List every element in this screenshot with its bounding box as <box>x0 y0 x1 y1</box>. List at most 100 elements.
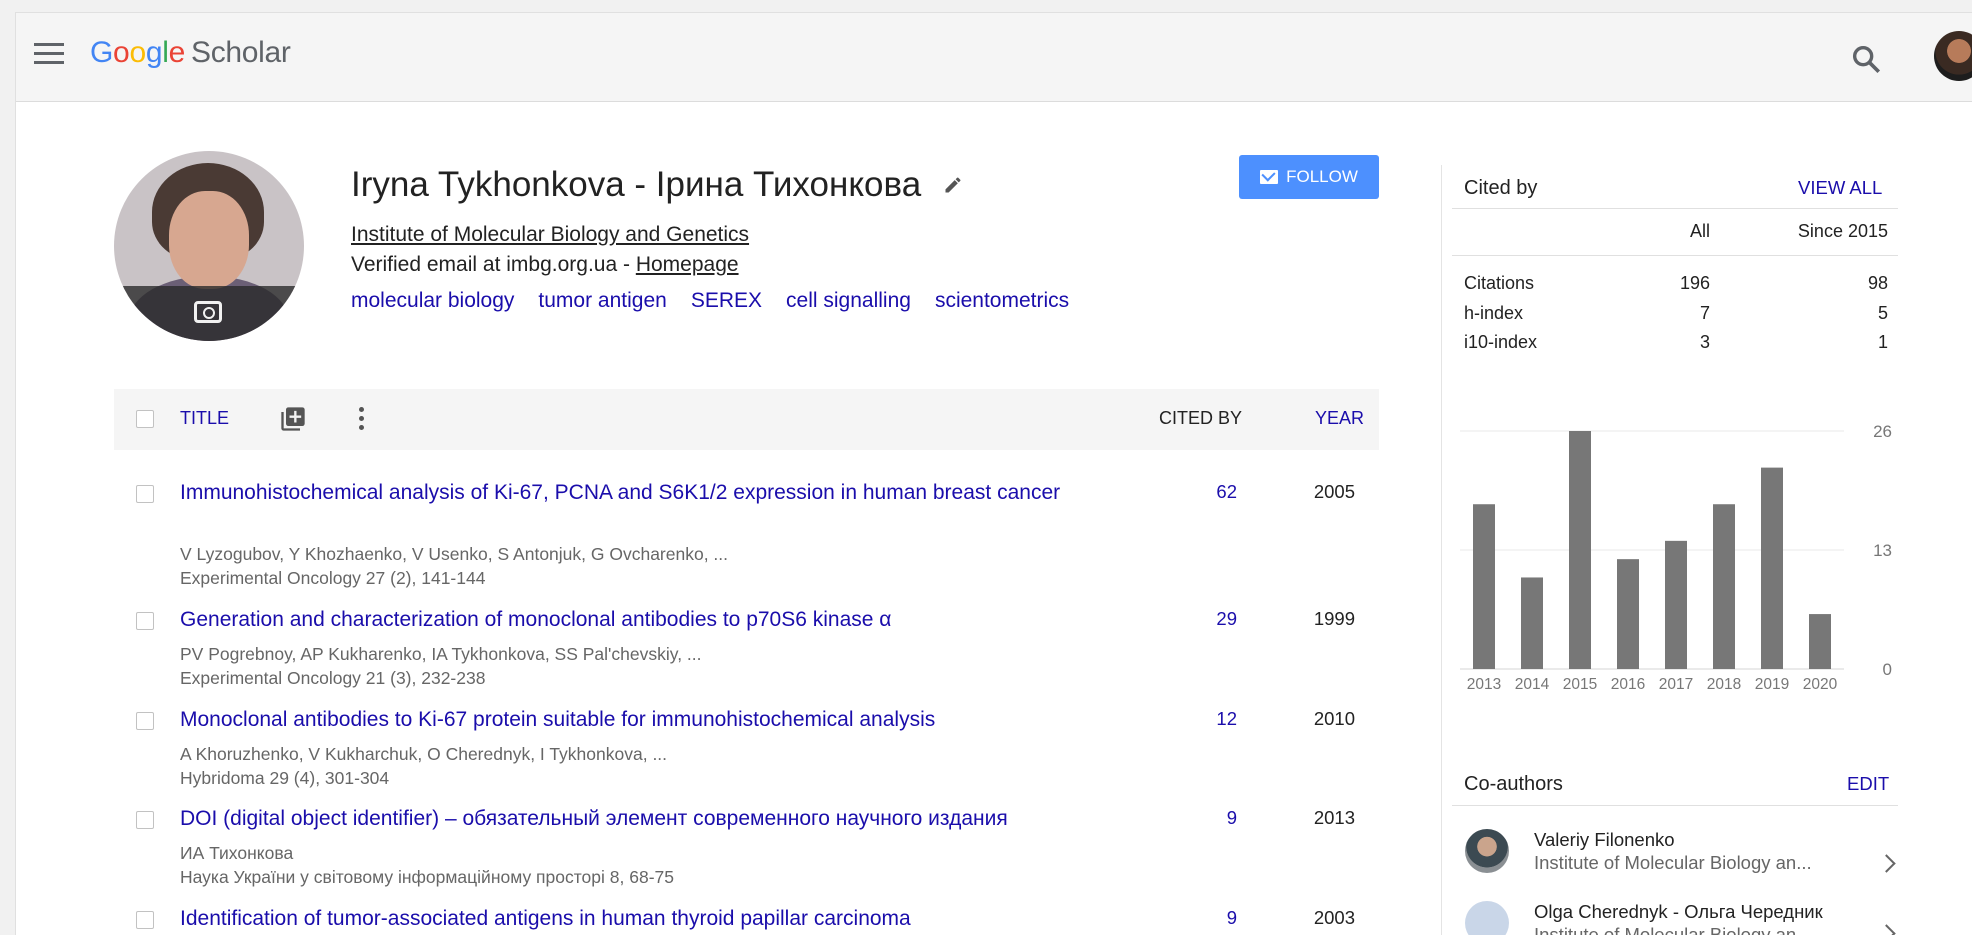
article-title-link[interactable]: Generation and characterization of monoc… <box>180 606 1140 634</box>
table-row: Generation and characterization of monoc… <box>114 606 1379 688</box>
stat-since: 5 <box>1877 303 1888 323</box>
x-tick-label: 2017 <box>1659 676 1693 693</box>
article-year: 2003 <box>1313 907 1355 928</box>
coauthor-affiliation: Institute of Molecular Biology an... <box>1534 852 1812 873</box>
y-tick-label: 13 <box>1873 541 1892 560</box>
x-tick-label: 2019 <box>1755 676 1789 693</box>
coauthor-name[interactable]: Valeriy Filonenko <box>1534 829 1675 851</box>
article-authors: V Lyzogubov, Y Khozhaenko, V Usenko, S A… <box>180 544 729 564</box>
coauthor-avatar[interactable] <box>1465 829 1509 873</box>
sort-by-cited[interactable]: CITED BY <box>1159 408 1242 429</box>
interest-link[interactable]: tumor antigen <box>538 289 666 313</box>
edit-coauthors-link[interactable]: EDIT <box>1847 773 1889 795</box>
article-year: 2010 <box>1313 708 1355 729</box>
row-checkbox[interactable] <box>136 811 154 829</box>
divider <box>1452 255 1898 256</box>
menu-icon[interactable] <box>34 43 64 67</box>
x-tick-label: 2016 <box>1611 676 1645 693</box>
row-checkbox[interactable] <box>136 485 154 503</box>
cited-by-count[interactable]: 12 <box>1216 708 1237 730</box>
interest-link[interactable]: cell signalling <box>786 289 911 313</box>
article-authors: PV Pogrebnoy, AP Kukharenko, IA Tykhonko… <box>180 644 702 664</box>
article-venue: Experimental Oncology 21 (3), 232-238 <box>180 668 486 688</box>
table-row: Monoclonal antibodies to Ki-67 protein s… <box>114 706 1379 788</box>
google-scholar-logo[interactable]: Google Scholar <box>90 36 291 70</box>
edit-pencil-icon[interactable] <box>943 175 963 195</box>
cited-by-count[interactable]: 62 <box>1216 481 1237 503</box>
citations-per-year-chart: 26 13 0 2013 2014 2015 2016 2017 2018 2019 2020 <box>1460 422 1892 693</box>
article-title-link[interactable]: DOI (digital object identifier) – обязат… <box>180 805 1180 833</box>
coauthor-affiliation: Institute of Molecular Biology an... <box>1534 924 1812 935</box>
change-photo-camera-icon[interactable] <box>194 301 222 323</box>
more-options-icon[interactable] <box>357 404 365 434</box>
follow-button[interactable]: FOLLOW <box>1239 155 1379 199</box>
research-interests: molecular biology tumor antigen SEREX ce… <box>351 289 1069 313</box>
chart-bar <box>1713 504 1735 669</box>
profile-name-row: Iryna Tykhonkova - Ірина Тихонкова <box>351 165 963 205</box>
sort-by-year[interactable]: YEAR <box>1315 408 1364 429</box>
sort-by-title[interactable]: TITLE <box>180 408 229 429</box>
verified-email: Verified email at imbg.org.ua - Homepage <box>351 253 739 276</box>
article-title-link[interactable]: Immunohistochemical analysis of Ki-67, P… <box>180 479 1140 507</box>
x-tick-label: 2018 <box>1707 676 1741 693</box>
stat-since: 1 <box>1877 332 1888 352</box>
profile-name: Iryna Tykhonkova - Ірина Тихонкова <box>351 165 922 204</box>
stat-label: Citations <box>1464 273 1535 293</box>
homepage-link[interactable]: Homepage <box>636 253 739 276</box>
article-title-link[interactable]: Identification of tumor-associated antig… <box>180 905 1140 933</box>
chart-bar <box>1617 559 1639 669</box>
view-all-link[interactable]: VIEW ALL <box>1798 177 1882 199</box>
row-checkbox[interactable] <box>136 612 154 630</box>
mail-icon <box>1260 170 1279 184</box>
table-row: DOI (digital object identifier) – обязат… <box>114 805 1379 887</box>
column-divider <box>1441 165 1442 935</box>
table-row: Identification of tumor-associated antig… <box>114 905 1379 935</box>
cited-by-count[interactable]: 9 <box>1227 807 1237 829</box>
article-year: 2013 <box>1313 807 1355 828</box>
chart-bar <box>1665 540 1687 669</box>
article-venue: Hybridoma 29 (4), 301-304 <box>180 768 390 788</box>
table-row: Immunohistochemical analysis of Ki-67, P… <box>114 479 1379 588</box>
interest-link[interactable]: molecular biology <box>351 289 514 313</box>
x-tick-label: 2014 <box>1515 676 1550 693</box>
chart-bar <box>1569 431 1591 669</box>
article-venue: Experimental Oncology 27 (2), 141-144 <box>180 568 486 588</box>
article-title-link[interactable]: Monoclonal antibodies to Ki-67 protein s… <box>180 706 1140 734</box>
article-venue: Наука України у світовому інформаційному… <box>180 867 674 887</box>
x-tick-label: 2020 <box>1803 676 1838 693</box>
row-checkbox[interactable] <box>136 712 154 730</box>
interest-link[interactable]: scientometrics <box>935 289 1069 313</box>
y-tick-label: 0 <box>1883 660 1892 679</box>
profile-photo <box>114 151 304 341</box>
coauthors-heading: Co-authors <box>1464 773 1563 795</box>
chevron-right-icon[interactable] <box>1877 924 1896 935</box>
col-all-header[interactable]: All <box>1636 221 1710 242</box>
select-all-checkbox[interactable] <box>136 410 154 428</box>
account-avatar[interactable] <box>1934 31 1972 81</box>
stat-label: i10-index <box>1464 332 1538 352</box>
coauthor-avatar-placeholder-icon[interactable] <box>1465 901 1509 935</box>
search-icon[interactable] <box>1849 42 1883 76</box>
col-since-header[interactable]: Since 2015 <box>1756 221 1888 242</box>
row-checkbox[interactable] <box>136 911 154 929</box>
x-tick-label: 2015 <box>1563 676 1597 693</box>
article-authors: A Khoruzhenko, V Kukharchuk, O Cherednyk… <box>180 744 668 764</box>
chart-bar <box>1521 577 1543 669</box>
stat-since: 98 <box>1867 273 1888 293</box>
stat-all: 196 <box>1679 273 1710 293</box>
y-tick-label: 26 <box>1873 422 1892 441</box>
top-app-bar: Google Scholar <box>16 13 1972 102</box>
stat-all: 7 <box>1699 303 1710 323</box>
x-tick-label: 2013 <box>1467 676 1501 693</box>
cited-by-count[interactable]: 29 <box>1216 608 1237 630</box>
article-year: 1999 <box>1313 608 1355 629</box>
coauthor-name[interactable]: Olga Cherednyk - Ольга Чередник <box>1534 901 1823 923</box>
scholar-profile-page: Google Scholar Iryna Tykhonkova - Ірина Т… <box>15 12 1972 935</box>
interest-link[interactable]: SEREX <box>691 289 762 313</box>
chevron-right-icon[interactable] <box>1877 854 1896 873</box>
add-article-icon[interactable] <box>279 405 307 433</box>
stat-label: h-index <box>1464 303 1524 323</box>
affiliation-link[interactable]: Institute of Molecular Biology and Genet… <box>351 223 749 247</box>
chart-bar <box>1761 467 1783 669</box>
cited-by-count[interactable]: 9 <box>1227 907 1237 929</box>
